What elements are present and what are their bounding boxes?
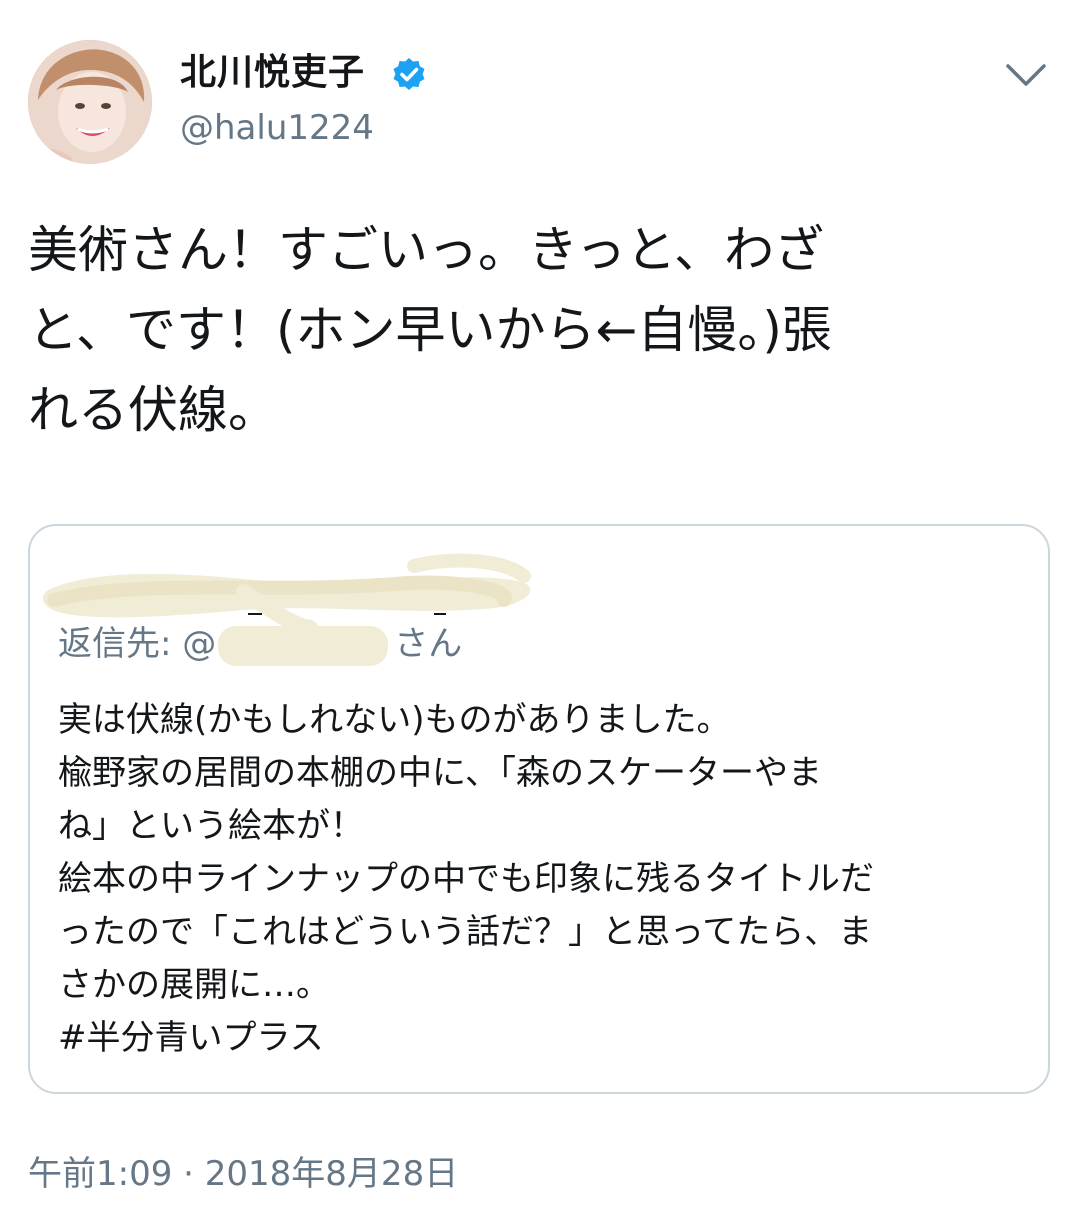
avatar[interactable] (28, 40, 152, 164)
reply-to-line: 返信先: @ さん (58, 622, 462, 666)
author-name[interactable]: 北川悦吏子 (180, 50, 365, 96)
quoted-tweet-text: 実は伏線(かもしれない)ものがありました。 楡野家の居間の本棚の中に、「森のスケ… (58, 700, 874, 1058)
author-handle[interactable]: @halu1224 (180, 106, 374, 150)
redaction-scribble (42, 553, 531, 632)
tweet-text: 美術さん！すごいっ。きっと、わざ と、です！(ホン早いから←自慢。)張 れる伏線… (28, 221, 832, 439)
chevron-down-icon[interactable] (1005, 62, 1047, 88)
quoted-tweet[interactable]: 返信先: @ さん 実は伏線(かもしれない)ものがありました。 楡野家の居間の本棚… (28, 524, 1050, 1094)
redacted-username (218, 625, 389, 666)
avatar-photo (28, 40, 152, 164)
reply-prefix: 返信先: @ (58, 624, 217, 664)
verified-badge-icon (393, 58, 425, 90)
reply-suffix: さん (394, 624, 463, 664)
tweet-timestamp[interactable]: 午前1:09 · 2018年8月28日 (28, 1152, 458, 1196)
